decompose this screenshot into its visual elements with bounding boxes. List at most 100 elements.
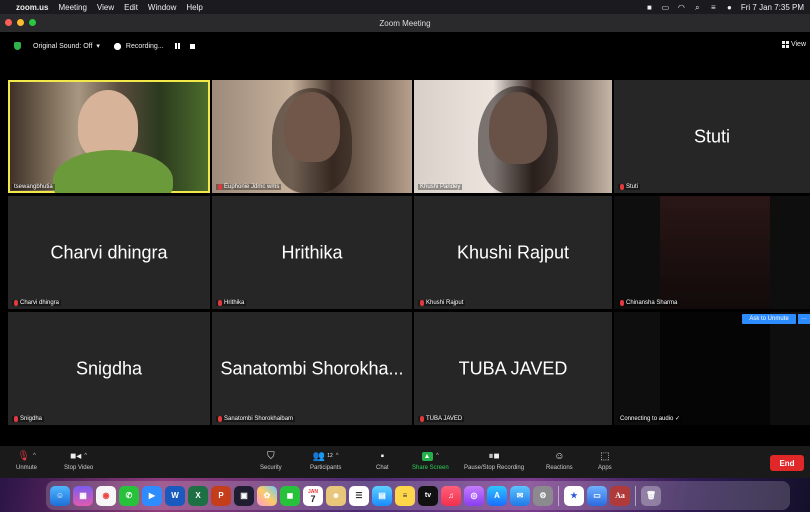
apps-button[interactable]: ⬚ Apps [598,450,612,472]
encryption-shield-icon[interactable] [14,42,21,50]
trash-icon[interactable]: 🗑 [641,485,661,506]
chrome-icon[interactable]: ◉ [96,485,116,506]
close-window-button[interactable] [5,19,12,26]
video-tile-tuba[interactable]: TUBA JAVED TUBA JAVED [414,312,612,425]
dock-separator [558,485,559,506]
apple-tv-icon[interactable]: tv [418,485,438,506]
reminders-icon[interactable]: ☰ [349,485,369,506]
preview-icon[interactable]: ▤ [372,485,392,506]
view-button[interactable]: View [781,41,806,48]
control-center-icon[interactable]: ≡ [709,3,718,11]
siri-icon[interactable]: ● [725,3,734,11]
participant-name: Snigdha [20,416,43,422]
participant-name: Stuti [626,184,639,190]
photo-booth-icon[interactable]: ▣ [234,485,254,506]
participant-name: Khushi Rajput [426,300,464,306]
reactions-button[interactable]: ☺ Reactions [546,450,573,472]
video-tile-connecting[interactable]: Connecting to audio ✓ [614,312,810,425]
whatsapp-icon[interactable]: ✆ [119,485,139,506]
participant-display-name: Charvi dhingra [50,242,168,262]
excel-icon[interactable]: X [188,485,208,506]
video-tile-snigdha[interactable]: Snigdha Snigdha [8,312,210,425]
participant-name-label: Sanatombi Shorokhaibam [216,416,296,422]
participant-video [660,312,770,425]
video-tile-khushi-rajput[interactable]: Khushi Rajput Khushi Rajput [414,196,612,309]
ask-to-unmute-button[interactable]: Ask to Unmute [742,314,796,324]
menu-clock[interactable]: Fri 7 Jan 7:35 PM [741,3,804,12]
video-tile-sanatombi[interactable]: Sanatombi Shorokha... Sanatombi Shorokha… [212,312,412,425]
video-tile-stuti[interactable]: Stuti Stuti [614,80,810,193]
menu-window[interactable]: Window [148,3,176,12]
minimize-window-button[interactable] [17,19,24,26]
mic-muted-icon [420,416,424,422]
meeting-top-toolbar: Original Sound: Off ▾ Recording... View [0,32,810,60]
connecting-audio-status: Connecting to audio ✓ [620,416,681,422]
apps-icon: ⬚ [600,450,610,462]
dictionary-icon[interactable]: Aa [610,485,630,506]
menu-help[interactable]: Help [186,3,202,12]
security-button[interactable]: ⛉ Security [260,450,282,472]
original-sound-toggle[interactable]: Original Sound: Off ▾ [33,42,100,51]
video-tile-hrithika[interactable]: Hrithika Hrithika [212,196,412,309]
finder-icon[interactable]: ☺ [50,485,70,506]
mic-muted-icon [218,184,222,190]
video-tile-chinansha[interactable]: Chinansha Sharma [614,196,810,309]
unmute-button[interactable]: 🎙 ^ Unmute [16,450,37,472]
participants-icon: 👥 [312,450,326,462]
participant-display-name: Khushi Rajput [456,242,570,262]
video-tile-charvi[interactable]: Charvi dhingra Charvi dhingra [8,196,210,309]
chevron-up-icon[interactable]: ^ [436,453,439,459]
fullscreen-window-button[interactable] [29,19,36,26]
menu-meeting[interactable]: Meeting [58,3,86,12]
share-screen-button[interactable]: ^ Share Screen [412,450,449,471]
screen-record-icon[interactable]: ■ [645,3,654,11]
participant-name-label: tsewangbhutia [12,184,55,190]
music-icon[interactable]: ♫ [441,485,461,506]
launchpad-icon[interactable]: ▦ [73,485,93,506]
menu-app-name[interactable]: zoom.us [16,3,48,12]
word-icon[interactable]: W [165,485,185,506]
imovie-icon[interactable]: ★ [564,485,584,506]
menu-edit[interactable]: Edit [124,3,138,12]
status-icons: ■ ▭ ◠ ⌕ ≡ ● Fri 7 Jan 7:35 PM [645,3,804,12]
video-tile-tsewangbhutia[interactable]: tsewangbhutia [8,80,210,193]
battery-icon[interactable]: ▭ [661,3,670,11]
app-store-icon[interactable]: A [487,485,507,506]
end-meeting-button[interactable]: End [770,455,804,471]
mic-muted-icon [420,300,424,306]
chevron-up-icon[interactable]: ^ [336,453,339,459]
photos-icon[interactable]: ✿ [257,485,277,506]
menu-view[interactable]: View [97,3,114,12]
mail-icon[interactable]: ✉ [510,485,530,506]
notes-icon[interactable]: ≡ [395,485,415,506]
view-label: View [790,41,806,48]
wifi-icon[interactable]: ◠ [677,3,686,11]
facetime-icon[interactable]: ◼ [280,485,300,506]
participant-video-body [53,150,173,193]
calendar-icon[interactable]: JAN 7 [303,485,323,506]
podcasts-icon[interactable]: ◎ [464,485,484,506]
chevron-up-icon[interactable]: ^ [33,453,36,459]
participant-display-name: Snigdha [75,358,143,378]
chevron-up-icon[interactable]: ^ [84,453,87,459]
video-tile-khushi-pandey[interactable]: Khushi Pandey [414,80,612,193]
contacts-icon[interactable]: ☻ [326,485,346,506]
participants-button[interactable]: 👥 12 ^ Participants [310,450,341,472]
participant-name-label: Connecting to audio ✓ [618,415,683,422]
powerpoint-icon[interactable]: P [211,485,231,506]
participant-name: Hrithika [224,300,245,306]
system-preferences-icon[interactable]: ⚙ [533,485,553,506]
participants-count: 12 [327,453,333,459]
search-icon[interactable]: ⌕ [693,3,702,11]
more-options-button[interactable]: ··· [798,314,810,324]
zoom-icon[interactable]: ▶ [142,485,162,506]
participant-name-label: Euphonie Jdmc wms [216,184,282,190]
chat-button[interactable]: ▪ Chat [376,450,389,472]
pause-recording-icon[interactable] [174,43,180,49]
stop-recording-icon[interactable] [189,43,195,49]
chevron-down-icon[interactable]: ▾ [96,42,100,50]
pause-stop-recording-button[interactable]: ⏸■ Pause/Stop Recording [464,450,524,472]
keynote-icon[interactable]: ▭ [587,485,607,506]
video-tile-euphonie[interactable]: Euphonie Jdmc wms [212,80,412,193]
stop-video-button[interactable]: ■◂ ^ Stop Video [64,450,93,472]
